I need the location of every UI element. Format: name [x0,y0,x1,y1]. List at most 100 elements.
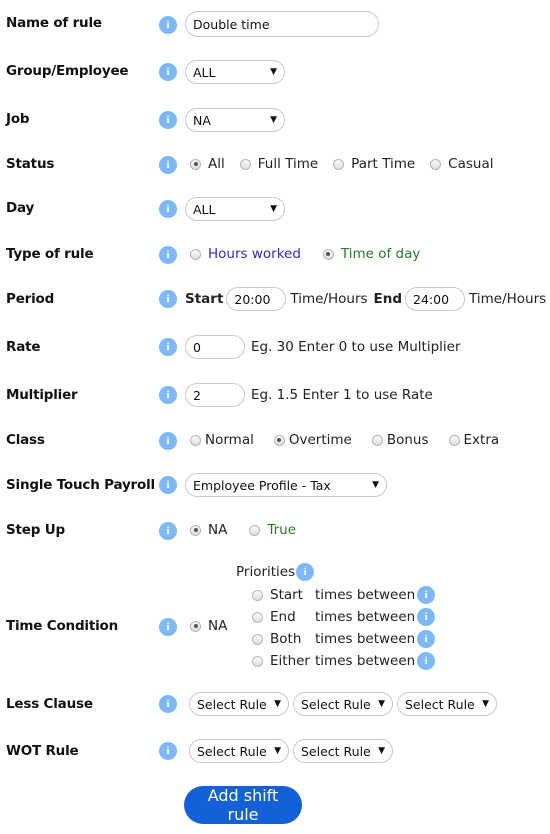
job-select[interactable]: NA ▼ [185,108,285,132]
radio-checked[interactable] [273,434,285,446]
radio-label: Time of day [340,246,421,262]
multiplier-label: Multiplier [6,387,78,403]
period-start-input[interactable]: 20:00 [226,287,287,311]
multiplier-input[interactable]: 2 [185,383,245,407]
select-value: Select Rule [197,743,267,759]
time-condition-option-na[interactable]: NA [190,618,227,634]
row-group-employee: Group/Employee i ALL ▼ [0,60,550,84]
period-start-unit: Time/Hours [290,291,368,307]
radio[interactable] [252,655,263,667]
step-up-option-true[interactable]: True [249,522,296,538]
period-end-unit: Time/Hours [469,291,547,307]
status-option-part-time[interactable]: Part Time [333,156,415,172]
priorities-list: Start times between i End times between … [252,584,436,672]
info-icon[interactable]: i [159,742,177,760]
class-option-normal[interactable]: Normal [190,432,254,448]
radio[interactable] [333,158,345,170]
info-icon[interactable]: i [417,630,436,648]
row-name-of-rule: Name of rule i Double time [0,11,550,37]
rate-label: Rate [6,339,41,355]
info-icon[interactable]: i [159,338,177,356]
group-employee-select[interactable]: ALL ▼ [185,60,285,84]
wot-rule-select-2[interactable]: Select Rule ▼ [293,739,393,763]
radio[interactable] [190,434,201,446]
info-icon[interactable]: i [159,111,177,129]
radio[interactable] [371,434,383,446]
priority-option-either[interactable]: Either times between i [252,650,436,672]
radio-label: NA [208,618,228,634]
info-icon[interactable]: i [159,156,177,174]
info-icon[interactable]: i [296,563,315,581]
radio-checked[interactable] [190,620,201,632]
info-icon[interactable]: i [159,432,177,450]
radio[interactable] [190,248,201,260]
radio-checked[interactable] [322,248,334,260]
priority-option-end[interactable]: End times between i [252,606,436,628]
info-icon[interactable]: i [159,618,177,636]
priority-option-start[interactable]: Start times between i [252,584,436,606]
period-start-label: Start [185,291,224,307]
priority-suffix: times between [315,587,416,603]
type-option-time-of-day[interactable]: Time of day [322,246,421,262]
wot-rule-select-1[interactable]: Select Rule ▼ [189,739,289,763]
less-clause-label: Less Clause [6,696,93,712]
radio[interactable] [252,633,263,645]
rate-input[interactable]: 0 [185,335,245,359]
less-clause-select-3[interactable]: Select Rule ▼ [397,692,497,716]
status-option-full-time[interactable]: Full Time [239,156,318,172]
step-up-option-na[interactable]: NA [190,522,227,538]
step-up-label: Step Up [6,522,65,538]
info-icon[interactable]: i [159,386,177,404]
type-option-hours-worked[interactable]: Hours worked [190,246,301,262]
day-select[interactable]: ALL ▼ [185,197,285,221]
info-icon[interactable]: i [417,586,436,604]
priority-option-both[interactable]: Both times between i [252,628,436,650]
type-of-rule-label: Type of rule [6,246,94,262]
priority-label: Start [270,587,303,603]
row-rate: Rate i 0 Eg. 30 Enter 0 to use Multiplie… [0,335,550,359]
info-icon[interactable]: i [159,16,177,34]
less-clause-select-1[interactable]: Select Rule ▼ [189,692,289,716]
info-icon[interactable]: i [159,695,177,713]
info-icon[interactable]: i [417,608,436,626]
less-clause-select-2[interactable]: Select Rule ▼ [293,692,393,716]
radio[interactable] [239,158,251,170]
info-icon[interactable]: i [159,476,177,494]
status-option-casual[interactable]: Casual [430,156,493,172]
name-of-rule-input[interactable]: Double time [185,11,379,37]
radio[interactable] [249,524,261,536]
chevron-down-icon: ▼ [274,746,281,756]
info-icon[interactable]: i [159,246,177,264]
radio[interactable] [252,589,263,601]
radio[interactable] [448,434,460,446]
radio[interactable] [252,611,263,623]
row-less-clause: Less Clause i Select Rule ▼ Select Rule ▼ … [0,692,550,716]
stp-select[interactable]: Employee Profile - Tax ▼ [185,473,387,497]
class-option-bonus[interactable]: Bonus [371,432,429,448]
class-option-overtime[interactable]: Overtime [273,432,352,448]
radio-label: Bonus [386,432,429,448]
period-label: Period [6,291,55,307]
day-value: ALL [193,201,216,217]
group-employee-label: Group/Employee [6,63,129,79]
period-end-input[interactable]: 24:00 [405,287,466,311]
radio-label: Hours worked [208,246,301,262]
add-shift-rule-button[interactable]: Add shift rule [184,786,302,824]
radio-label: True [267,522,297,538]
radio-checked[interactable] [190,158,201,170]
info-icon[interactable]: i [159,63,177,81]
chevron-down-icon: ▼ [378,746,385,756]
radio[interactable] [430,158,442,170]
row-time-condition: Time Condition i NA Priorities i Start t… [0,560,550,672]
radio-checked[interactable] [190,524,201,536]
info-icon[interactable]: i [417,652,436,670]
class-option-extra[interactable]: Extra [448,432,500,448]
status-option-all[interactable]: All [190,156,225,172]
radio-label: Part Time [351,156,416,172]
row-status: Status i All Full Time Part Time Casual [0,154,550,178]
info-icon[interactable]: i [159,290,177,308]
radio-label: Extra [463,432,500,448]
info-icon[interactable]: i [159,522,177,540]
rate-hint: Eg. 30 Enter 0 to use Multiplier [251,339,461,355]
info-icon[interactable]: i [159,200,177,218]
